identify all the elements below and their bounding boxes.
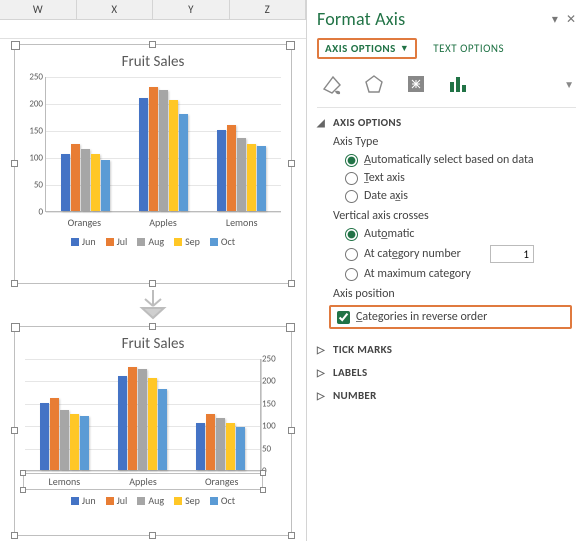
bar[interactable] xyxy=(80,416,89,470)
radio-date-axis[interactable]: Date axis xyxy=(345,189,576,203)
checkbox-reverse-order[interactable]: Categories in reverse order xyxy=(329,305,572,329)
axis-options-icon[interactable] xyxy=(445,71,471,97)
legend: Jun Jul Aug Sep Oct xyxy=(15,235,291,248)
tab-text-options[interactable]: TEXT OPTIONS xyxy=(433,42,504,55)
bar[interactable] xyxy=(158,389,167,470)
bar[interactable] xyxy=(81,149,90,211)
bar[interactable] xyxy=(247,144,256,212)
caret-right-icon: ▷ xyxy=(317,389,327,402)
chart-bottom[interactable]: Fruit SalesLemonsApplesOrangesJunJulAugS… xyxy=(14,326,292,536)
bar[interactable] xyxy=(61,154,70,211)
category-label: Apples xyxy=(124,216,203,229)
y-axis: 050100150200250 xyxy=(19,77,43,212)
legend-item[interactable]: Aug xyxy=(137,494,164,507)
bar[interactable] xyxy=(40,403,49,470)
legend-item[interactable]: Sep xyxy=(174,494,200,507)
axis-type-label: Axis Type xyxy=(333,135,576,149)
fill-line-icon[interactable] xyxy=(319,71,345,97)
pane-close-icon[interactable]: ✕ xyxy=(566,12,576,27)
bar[interactable] xyxy=(179,114,188,211)
col-W[interactable]: W xyxy=(0,0,77,19)
col-Z[interactable]: Z xyxy=(230,0,307,19)
bar[interactable] xyxy=(101,160,110,211)
pane-title: Format Axis xyxy=(317,8,552,30)
bar[interactable] xyxy=(169,100,178,211)
category-label: Lemons xyxy=(202,216,281,229)
legend-item[interactable]: Sep xyxy=(174,235,200,248)
bar[interactable] xyxy=(217,130,226,211)
legend-item[interactable]: Oct xyxy=(210,235,235,248)
bar[interactable] xyxy=(50,398,59,470)
caret-down-icon: ◢ xyxy=(317,116,327,129)
bar[interactable] xyxy=(118,376,127,470)
legend-item[interactable]: Jul xyxy=(106,494,128,507)
col-X[interactable]: X xyxy=(77,0,154,19)
legend-item[interactable]: Jun xyxy=(71,235,96,248)
radio-vac-auto[interactable]: Automatic xyxy=(345,227,576,241)
chart-title: Fruit Sales xyxy=(15,327,291,355)
bar[interactable] xyxy=(227,125,236,211)
bar[interactable] xyxy=(138,369,147,470)
bar[interactable] xyxy=(71,144,80,212)
category-axis-selection[interactable] xyxy=(23,473,263,490)
arrow-down-icon xyxy=(138,290,168,320)
col-Y[interactable]: Y xyxy=(153,0,230,19)
bar[interactable] xyxy=(237,138,246,211)
icon-row-overflow[interactable]: ▼ xyxy=(564,78,574,91)
bar[interactable] xyxy=(70,414,79,470)
radio-text-axis[interactable]: Text axis xyxy=(345,171,576,185)
size-properties-icon[interactable] xyxy=(403,71,429,97)
effects-icon[interactable] xyxy=(361,71,387,97)
pane-menu-icon[interactable]: ▾ xyxy=(552,12,558,27)
section-tick-marks[interactable]: ▷TICK MARKS xyxy=(317,343,576,356)
bar[interactable] xyxy=(148,378,157,470)
gridline xyxy=(0,38,306,39)
chart-top[interactable]: Fruit Sales OrangesApplesLemons Jun Jul Aug S… xyxy=(14,44,292,284)
legend-item[interactable]: Oct xyxy=(210,494,235,507)
chevron-down-icon: ▼ xyxy=(400,43,409,54)
legend: Jun Jul Aug Sep Oct xyxy=(15,494,291,507)
bar[interactable] xyxy=(257,146,266,211)
bar[interactable] xyxy=(226,423,235,470)
vac-label: Vertical axis crosses xyxy=(333,209,576,223)
bar[interactable] xyxy=(60,410,69,470)
caret-right-icon: ▷ xyxy=(317,366,327,379)
bar[interactable] xyxy=(139,98,148,211)
tab-axis-options[interactable]: AXIS OPTIONS ▼ xyxy=(317,38,417,59)
bar[interactable] xyxy=(159,90,168,212)
radio-vac-atcat[interactable]: At category number xyxy=(345,245,576,263)
radio-vac-atmax[interactable]: At maximum category xyxy=(345,267,576,281)
bar[interactable] xyxy=(91,154,100,211)
radio-auto[interactable]: Automatically select based on data xyxy=(345,153,576,167)
category-label: Oranges xyxy=(45,216,124,229)
format-axis-pane: Format Axis ▾ ✕ AXIS OPTIONS ▼ TEXT OPTI… xyxy=(306,0,586,541)
legend-item[interactable]: Jul xyxy=(106,235,128,248)
bar[interactable] xyxy=(236,427,245,470)
caret-right-icon: ▷ xyxy=(317,343,327,356)
section-axis-options[interactable]: ◢ AXIS OPTIONS xyxy=(317,116,576,129)
section-labels[interactable]: ▷LABELS xyxy=(317,366,576,379)
legend-item[interactable]: Jun xyxy=(71,494,96,507)
section-number[interactable]: ▷NUMBER xyxy=(317,389,576,402)
column-headers: W X Y Z xyxy=(0,0,306,20)
y-axis: 050100150200250 xyxy=(261,359,285,471)
chart-title: Fruit Sales xyxy=(15,45,291,73)
axis-position-label: Axis position xyxy=(333,287,576,301)
bar[interactable] xyxy=(196,423,205,470)
bar[interactable] xyxy=(206,414,215,470)
legend-item[interactable]: Aug xyxy=(137,235,164,248)
vac-number-input[interactable] xyxy=(490,245,534,263)
bar[interactable] xyxy=(216,418,225,470)
bar[interactable] xyxy=(128,367,137,470)
bar[interactable] xyxy=(149,87,158,211)
